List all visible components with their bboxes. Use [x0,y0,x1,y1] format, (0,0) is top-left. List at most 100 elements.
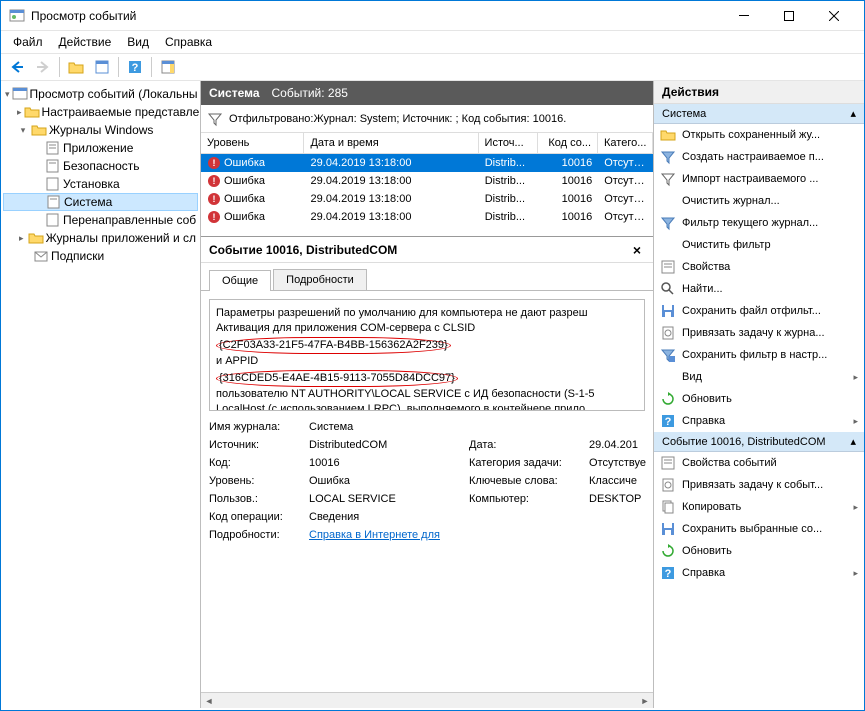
col-code[interactable]: Код со... [538,133,598,153]
action-icon [660,499,676,515]
event-description: Параметры разрешений по умолчанию для ко… [209,299,645,411]
collapse-icon[interactable]: ▾ [5,88,10,100]
event-row[interactable]: !Ошибка 29.04.2019 13:18:00 Distrib... 1… [201,190,653,208]
tree-root[interactable]: ▾ Просмотр событий (Локальны [3,85,198,103]
chevron-right-icon: ▸ [853,502,858,513]
toolbar-open-icon[interactable] [64,55,88,79]
col-level[interactable]: Уровень [201,133,304,153]
folder-icon [24,104,40,120]
folder-icon [28,230,44,246]
action-item[interactable]: Обновить [654,540,864,562]
toolbar-pane-icon[interactable] [156,55,180,79]
svg-text:?: ? [665,568,672,580]
tree-windows-logs[interactable]: ▾ Журналы Windows [3,121,198,139]
tree-subscriptions[interactable]: Подписки [3,247,198,265]
nav-tree: ▾ Просмотр событий (Локальны ▸ Настраива… [1,81,201,708]
minimize-button[interactable] [721,2,766,30]
error-icon: ! [207,210,221,224]
col-category[interactable]: Катего... [598,133,653,153]
action-icon [660,303,676,319]
action-item[interactable]: Сохранить фильтр в настр... [654,344,864,366]
action-item[interactable]: Очистить журнал... [654,190,864,212]
scroll-right-icon[interactable]: ► [637,693,653,709]
action-icon [660,127,676,143]
col-datetime[interactable]: Дата и время [304,133,478,153]
tree-application[interactable]: Приложение [3,139,198,157]
event-row[interactable]: !Ошибка 29.04.2019 13:18:00 Distrib... 1… [201,154,653,172]
action-item[interactable]: Вид▸ [654,366,864,388]
action-item[interactable]: Свойства событий [654,452,864,474]
log-icon [45,158,61,174]
menu-view[interactable]: Вид [119,33,157,51]
maximize-button[interactable] [766,2,811,30]
action-item[interactable]: Импорт настраиваемого ... [654,168,864,190]
error-icon: ! [207,174,221,188]
action-item[interactable]: Привязать задачу к журна... [654,322,864,344]
action-icon [660,391,676,407]
expand-icon[interactable]: ▸ [17,106,22,118]
detail-title: Событие 10016, DistributedCOM [209,243,397,257]
tree-setup[interactable]: Установка [3,175,198,193]
back-button[interactable] [5,55,29,79]
menu-action[interactable]: Действие [51,33,120,51]
forward-button[interactable] [31,55,55,79]
action-item[interactable]: Открыть сохраненный жу... [654,124,864,146]
tab-general[interactable]: Общие [209,270,271,291]
close-button[interactable] [811,2,856,30]
event-row[interactable]: !Ошибка 29.04.2019 13:18:00 Distrib... 1… [201,208,653,226]
expand-icon[interactable]: ▸ [17,232,26,244]
action-item[interactable]: ?Справка▸ [654,410,864,432]
action-item[interactable]: Сохранить файл отфильт... [654,300,864,322]
subscription-icon [33,248,49,264]
error-icon: ! [207,192,221,206]
scroll-left-icon[interactable]: ◄ [201,693,217,709]
tab-details[interactable]: Подробности [273,269,367,290]
action-item[interactable]: Привязать задачу к событ... [654,474,864,496]
action-item[interactable]: Сохранить выбранные со... [654,518,864,540]
action-item[interactable]: ?Справка▸ [654,562,864,584]
log-icon [45,212,61,228]
action-item[interactable]: Создать настраиваемое п... [654,146,864,168]
action-item[interactable]: Обновить [654,388,864,410]
collapse-icon[interactable]: ▾ [17,124,29,136]
log-icon [45,140,61,156]
action-item[interactable]: Очистить фильтр [654,234,864,256]
funnel-icon [207,111,223,127]
tree-app-services[interactable]: ▸ Журналы приложений и сл [3,229,198,247]
chevron-right-icon: ▸ [853,372,858,383]
action-item[interactable]: Свойства [654,256,864,278]
grid-header: Уровень Дата и время Источ... Код со... … [201,133,653,154]
menu-file[interactable]: Файл [5,33,51,51]
action-item[interactable]: Найти... [654,278,864,300]
svg-text:?: ? [665,416,672,428]
tree-system[interactable]: Система [3,193,198,211]
collapse-icon[interactable]: ▴ [850,107,856,120]
event-count: Событий: 285 [272,86,348,100]
chevron-right-icon: ▸ [853,416,858,427]
event-row[interactable]: !Ошибка 29.04.2019 13:18:00 Distrib... 1… [201,172,653,190]
help-link[interactable]: Справка в Интернете для [309,529,469,541]
titlebar: Просмотр событий [1,1,864,31]
action-item[interactable]: Фильтр текущего журнал... [654,212,864,234]
content-title: Система [209,86,260,100]
action-icon [660,543,676,559]
window-title: Просмотр событий [31,9,721,23]
toolbar-properties-icon[interactable] [90,55,114,79]
actions-section-event[interactable]: Событие 10016, DistributedCOM ▴ [654,432,864,452]
tree-forwarded[interactable]: Перенаправленные соб [3,211,198,229]
actions-pane: Действия Система ▴ Открыть сохраненный ж… [654,81,864,708]
detail-close-icon[interactable]: × [629,242,645,258]
content-header: Система Событий: 285 [201,81,653,105]
horizontal-scrollbar[interactable]: ◄ ► [201,692,653,708]
menu-help[interactable]: Справка [157,33,220,51]
grid-body[interactable]: !Ошибка 29.04.2019 13:18:00 Distrib... 1… [201,154,653,236]
action-item[interactable]: Копировать▸ [654,496,864,518]
col-source[interactable]: Источ... [479,133,539,153]
actions-section-system[interactable]: Система ▴ [654,104,864,124]
error-icon: ! [207,156,221,170]
tree-security[interactable]: Безопасность [3,157,198,175]
tree-custom-views[interactable]: ▸ Настраиваемые представле [3,103,198,121]
log-icon [46,194,62,210]
toolbar-help-icon[interactable]: ? [123,55,147,79]
collapse-icon[interactable]: ▴ [850,435,856,448]
